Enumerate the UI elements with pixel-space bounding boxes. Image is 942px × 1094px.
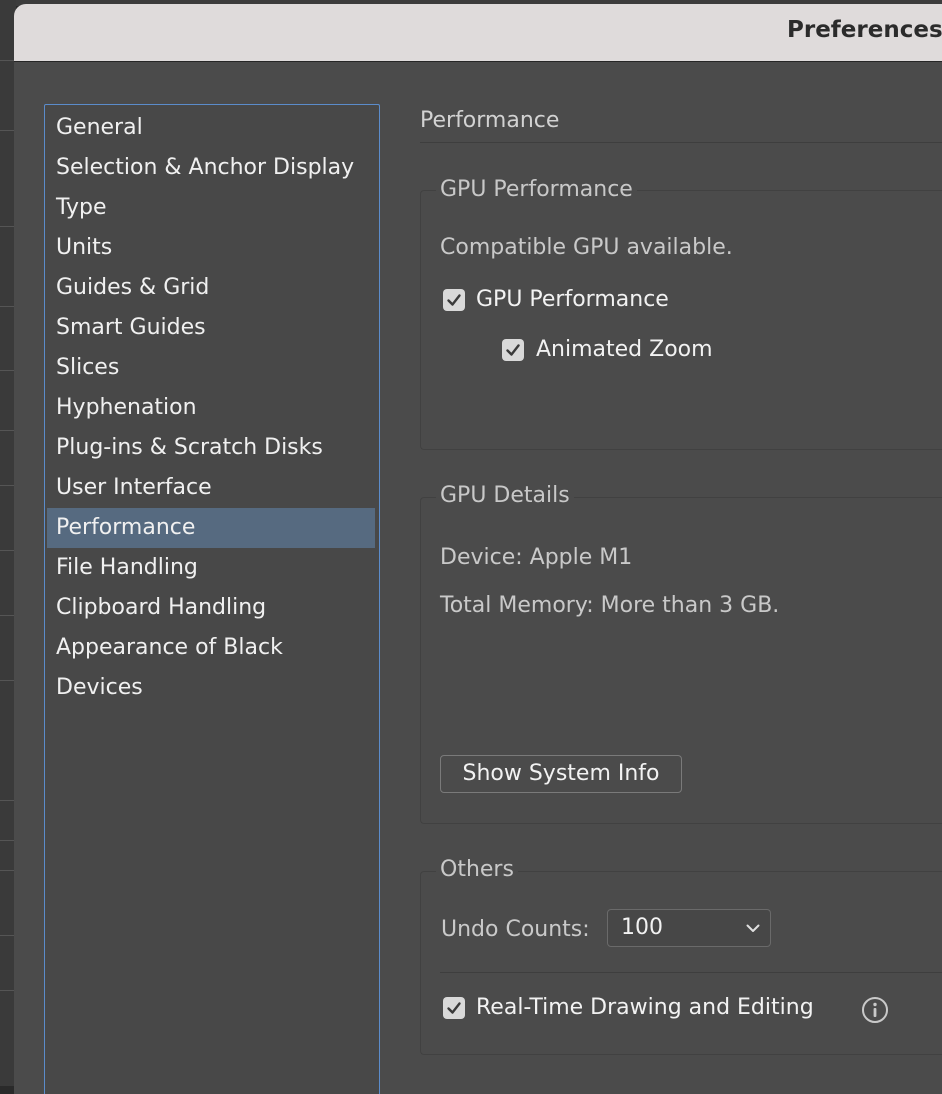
chevron-down-icon (746, 924, 760, 932)
section-title: Performance (420, 108, 560, 133)
sidebar-item-appearance-of-black[interactable]: Appearance of Black (47, 628, 375, 668)
realtime-drawing-checkbox-label[interactable]: Real-Time Drawing and Editing (476, 995, 814, 1020)
sidebar-item-slices[interactable]: Slices (47, 348, 375, 388)
checkmark-icon (447, 1002, 461, 1014)
sidebar-item-hyphenation[interactable]: Hyphenation (47, 388, 375, 428)
checkmark-icon (506, 344, 520, 356)
sidebar-item-file-handling[interactable]: File Handling (47, 548, 375, 588)
others-group-label: Others (436, 857, 518, 882)
gpu-performance-checkbox-label[interactable]: GPU Performance (476, 287, 669, 312)
undo-counts-select[interactable]: 100 (607, 909, 771, 947)
undo-counts-value: 100 (621, 915, 663, 940)
preferences-category-list[interactable]: General Selection & Anchor Display Type … (44, 104, 380, 1094)
gpu-device-text: Device: Apple M1 (440, 545, 633, 570)
checkmark-icon (447, 294, 461, 306)
section-divider (420, 142, 942, 143)
sidebar-item-performance[interactable]: Performance (47, 508, 375, 548)
realtime-drawing-checkbox[interactable] (443, 997, 465, 1019)
sidebar-item-clipboard-handling[interactable]: Clipboard Handling (47, 588, 375, 628)
gpu-status-text: Compatible GPU available. (440, 235, 733, 260)
gpu-performance-checkbox[interactable] (443, 289, 465, 311)
animated-zoom-checkbox-label[interactable]: Animated Zoom (536, 337, 713, 362)
gpu-performance-group (420, 190, 942, 450)
window-title: Preferences (787, 17, 942, 43)
sidebar-item-devices[interactable]: Devices (47, 668, 375, 708)
gpu-details-group-label: GPU Details (436, 483, 574, 508)
sidebar-item-user-interface[interactable]: User Interface (47, 468, 375, 508)
preferences-window: Preferences General Selection & Anchor D… (14, 4, 942, 1094)
info-icon[interactable] (861, 996, 889, 1024)
others-divider (440, 972, 942, 973)
sidebar-item-guides-grid[interactable]: Guides & Grid (47, 268, 375, 308)
sidebar-item-general[interactable]: General (47, 108, 375, 148)
show-system-info-button[interactable]: Show System Info (440, 755, 682, 793)
sidebar-item-type[interactable]: Type (47, 188, 375, 228)
gpu-memory-text: Total Memory: More than 3 GB. (440, 593, 780, 618)
animated-zoom-checkbox[interactable] (502, 339, 524, 361)
gpu-performance-group-label: GPU Performance (436, 177, 637, 202)
undo-counts-label: Undo Counts: (441, 917, 590, 942)
sidebar-item-smart-guides[interactable]: Smart Guides (47, 308, 375, 348)
others-group (420, 871, 942, 1055)
sidebar-item-units[interactable]: Units (47, 228, 375, 268)
title-bar[interactable]: Preferences (14, 4, 942, 62)
sidebar-item-selection-anchor-display[interactable]: Selection & Anchor Display (47, 148, 375, 188)
sidebar-item-plugins-scratch-disks[interactable]: Plug-ins & Scratch Disks (47, 428, 375, 468)
